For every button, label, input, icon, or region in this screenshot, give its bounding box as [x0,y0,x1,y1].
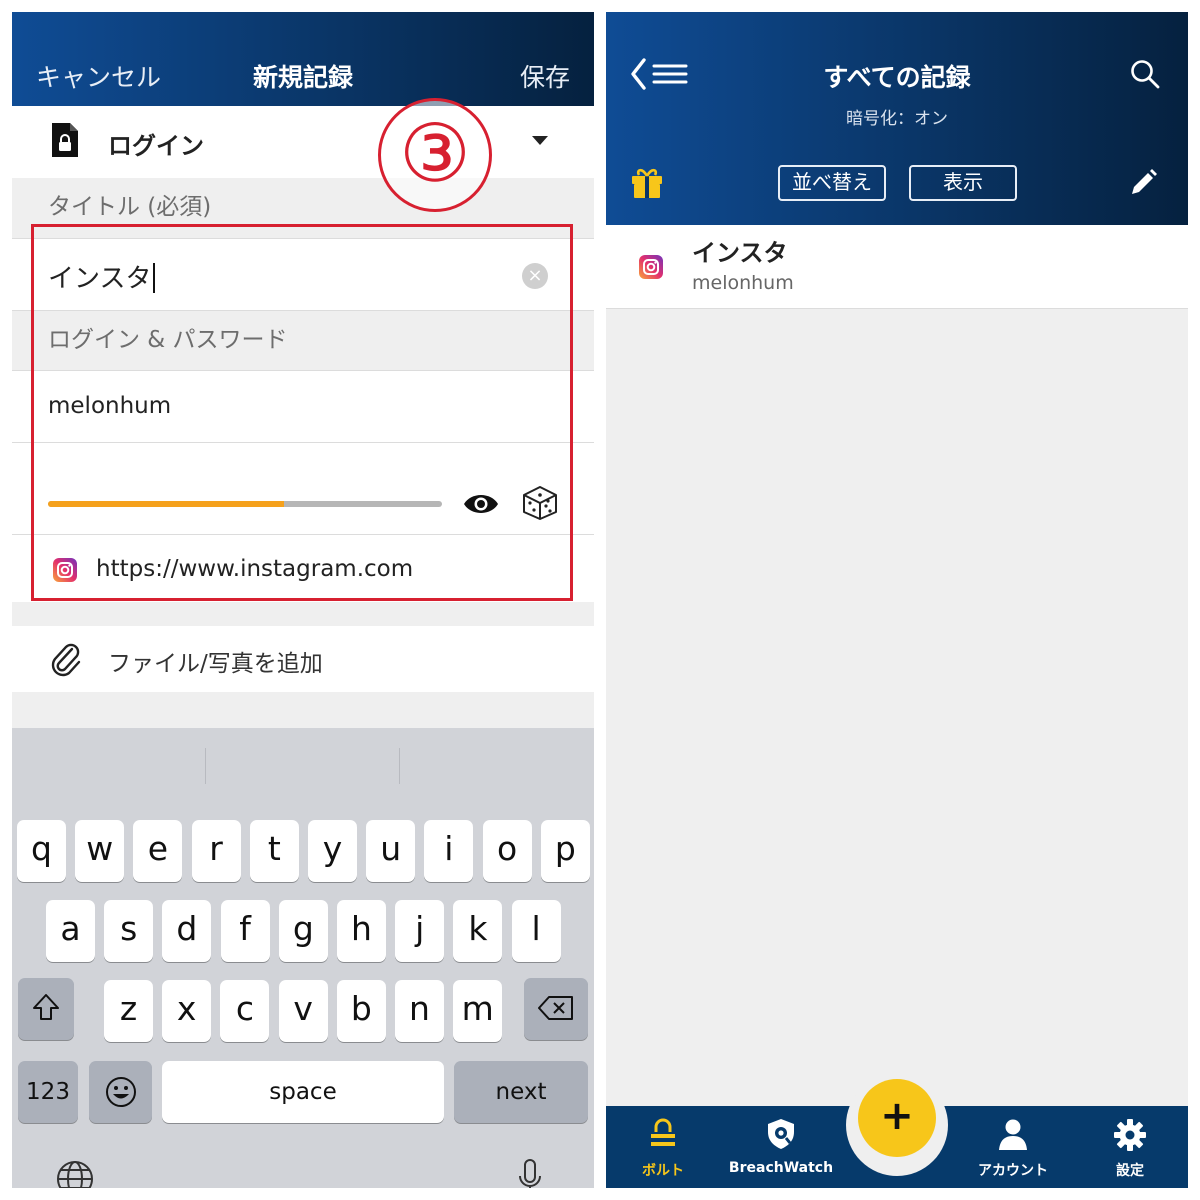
key-a[interactable]: a [46,900,95,962]
password-strength-bar [48,501,442,507]
add-record-button[interactable]: + [858,1079,936,1157]
page-title: 新規記録 [252,63,353,92]
add-file-photo-label: ファイル/写真を追加 [108,651,323,677]
page-title: すべての記録 [823,63,971,92]
password-field[interactable] [12,442,594,534]
record-type-label: ログイン [108,132,204,160]
key-c[interactable]: c [220,980,270,1042]
record-username: melonhum [692,272,794,294]
view-button[interactable]: 表示 [909,165,1017,201]
key-k[interactable]: k [453,900,503,962]
key-z[interactable]: z [104,980,153,1042]
account-icon [999,1119,1027,1150]
tab-label: ボルト [642,1163,684,1179]
microphone-icon[interactable] [517,1158,543,1188]
record-title: インスタ [692,239,788,267]
key-b[interactable]: b [336,980,386,1042]
tab-account[interactable]: アカウント [968,1106,1058,1188]
tab-breachwatch[interactable]: BreachWatch [726,1106,836,1188]
emoji-icon [105,1077,136,1107]
breachwatch-icon [768,1119,794,1149]
tab-label: BreachWatch [728,1160,834,1176]
search-icon[interactable] [1130,59,1160,89]
all-records-screen: すべての記録 暗号化：オン 並べ替え 表示 インスタ melonhum ボルト … [606,12,1188,1188]
new-record-screen: キャンセル 新規記録 保存 ログイン タイトル (必須) インスタ × ログイン… [12,12,594,1188]
record-list-item[interactable]: インスタ melonhum [606,225,1188,309]
space-key[interactable]: space [162,1061,444,1123]
shift-key[interactable] [18,978,74,1040]
save-button[interactable]: 保存 [520,58,570,94]
shift-icon [33,994,59,1020]
dice-icon[interactable] [522,485,558,521]
tab-vault[interactable]: ボルト [616,1106,710,1188]
caret-down-icon[interactable] [532,136,548,145]
suggestion-divider [205,748,206,784]
step-marker: ③ [378,98,492,212]
title-value: インスタ [48,264,152,294]
key-i[interactable]: i [424,820,474,882]
key-d[interactable]: d [162,900,212,962]
section-gap [12,602,594,626]
key-t[interactable]: t [249,820,299,882]
gift-icon[interactable] [630,167,664,199]
instagram-icon [639,255,663,279]
key-l[interactable]: l [511,900,561,962]
key-f[interactable]: f [220,900,270,962]
tab-settings[interactable]: 設定 [1090,1106,1170,1188]
globe-icon[interactable] [56,1160,94,1188]
instagram-icon [53,558,77,582]
numbers-key[interactable]: 123 [18,1061,78,1123]
pencil-icon[interactable] [1128,168,1158,198]
password-strength-fill [48,501,285,507]
sort-button[interactable]: 並べ替え [778,165,886,201]
suggestion-divider [399,748,400,784]
records-header: すべての記録 暗号化：オン 並べ替え 表示 [606,12,1188,225]
title-field-label: タイトル (必須) [12,178,594,238]
encryption-status: 暗号化：オン [846,109,948,129]
key-j[interactable]: j [395,900,445,962]
username-field[interactable]: melonhum [12,370,594,442]
keyboard: qwertyuiop asdfghjkl zxcvbnm 123 space nex… [12,728,594,1188]
lock-document-icon [52,123,78,157]
url-value: https://www.instagram.com [96,556,414,582]
website-url-field[interactable]: https://www.instagram.com [12,534,594,602]
key-n[interactable]: n [395,980,444,1042]
key-y[interactable]: y [308,820,357,882]
login-password-label: ログイン & パスワード [12,310,594,370]
key-v[interactable]: v [278,980,328,1042]
new-record-header: キャンセル 新規記録 保存 [12,12,594,106]
username-value: melonhum [48,393,172,419]
key-x[interactable]: x [162,980,212,1042]
record-type-selector[interactable]: ログイン [12,106,594,178]
tab-label: アカウント [978,1163,1048,1179]
tab-label: 設定 [1116,1163,1144,1179]
key-h[interactable]: h [337,900,386,962]
key-e[interactable]: e [133,820,183,882]
key-o[interactable]: o [482,820,532,882]
paperclip-icon [51,643,81,677]
key-m[interactable]: m [453,980,503,1042]
section-gap [12,692,594,728]
key-g[interactable]: g [278,900,328,962]
key-s[interactable]: s [104,900,154,962]
add-file-photo-button[interactable]: ファイル/写真を追加 [12,626,594,692]
key-p[interactable]: p [540,820,590,882]
eye-icon[interactable] [463,492,499,516]
title-input[interactable]: インスタ × [12,238,594,310]
vault-icon [651,1118,675,1146]
gear-icon [1114,1119,1146,1151]
clear-icon[interactable]: × [522,263,548,289]
key-q[interactable]: q [17,820,66,882]
text-cursor [153,263,156,293]
backspace-icon [538,996,573,1020]
key-u[interactable]: u [366,820,416,882]
next-key[interactable]: next [454,1061,588,1123]
key-r[interactable]: r [191,820,241,882]
emoji-key[interactable] [89,1061,152,1123]
delete-key[interactable] [524,978,588,1040]
key-w[interactable]: w [75,820,125,882]
